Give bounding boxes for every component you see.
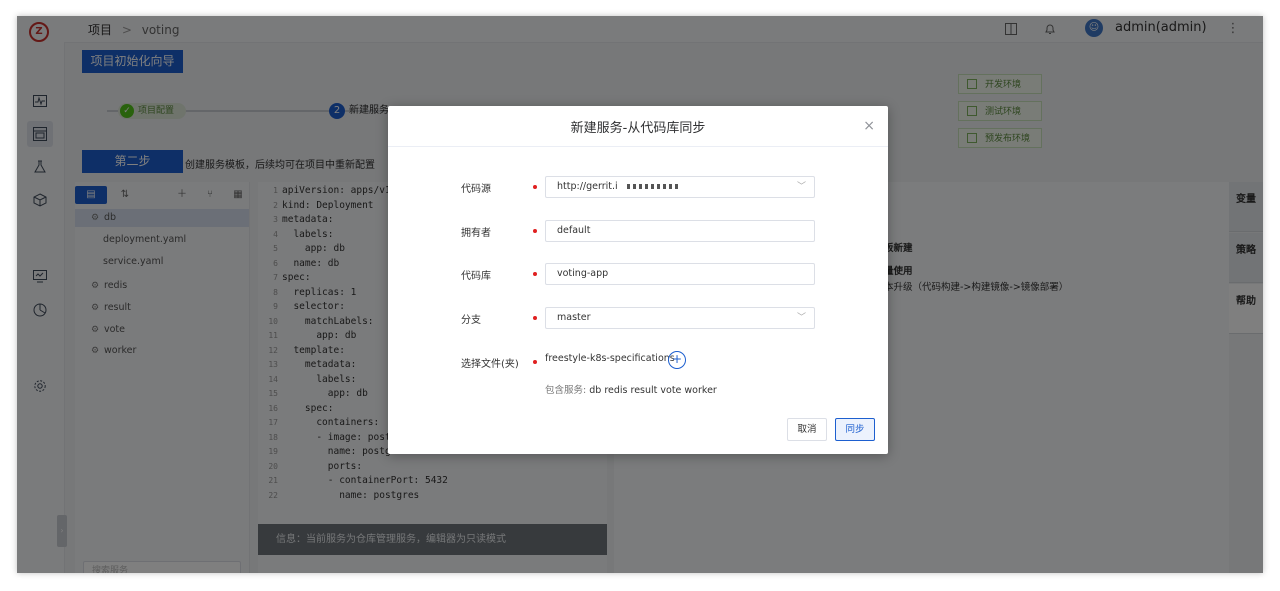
close-icon[interactable]: × xyxy=(863,118,875,134)
chevron-down-icon: ﹀ xyxy=(796,182,806,192)
required-marker xyxy=(533,360,537,364)
redacted-text xyxy=(626,184,679,189)
owner-input[interactable]: default xyxy=(545,220,815,242)
source-value: http://gerrit.i xyxy=(557,181,618,192)
app-window: Z 项目 > voting xyxy=(17,16,1263,573)
branch-value: master xyxy=(557,312,591,323)
required-marker xyxy=(533,185,537,189)
folder-value: freestyle-k8s-specifications xyxy=(545,353,675,364)
chevron-down-icon: ﹀ xyxy=(796,313,806,323)
repo-input[interactable]: voting-app xyxy=(545,263,815,285)
required-marker xyxy=(533,272,537,276)
sync-button[interactable]: 同步 xyxy=(835,418,875,441)
required-marker xyxy=(533,316,537,320)
folder-label: 选择文件(夹) xyxy=(461,359,519,370)
contained-services: 包含服务: db redis result vote worker xyxy=(545,382,717,396)
sync-service-dialog: 新建服务-从代码库同步 × 代码源 http://gerrit.i ﹀ 拥有者 … xyxy=(388,106,888,454)
branch-select[interactable]: master ﹀ xyxy=(545,307,815,329)
cancel-button[interactable]: 取消 xyxy=(787,418,827,441)
contains-label: 包含服务: xyxy=(545,385,587,396)
repo-value: voting-app xyxy=(557,268,609,279)
required-marker xyxy=(533,229,537,233)
contains-value: db redis result vote worker xyxy=(589,385,717,396)
owner-value: default xyxy=(557,225,591,236)
repo-label: 代码库 xyxy=(461,271,491,282)
owner-label: 拥有者 xyxy=(461,228,491,239)
source-label: 代码源 xyxy=(461,184,491,195)
add-folder-button[interactable]: + xyxy=(668,351,686,369)
dialog-title: 新建服务-从代码库同步 xyxy=(388,106,888,147)
source-select[interactable]: http://gerrit.i ﹀ xyxy=(545,176,815,198)
branch-label: 分支 xyxy=(461,315,481,326)
